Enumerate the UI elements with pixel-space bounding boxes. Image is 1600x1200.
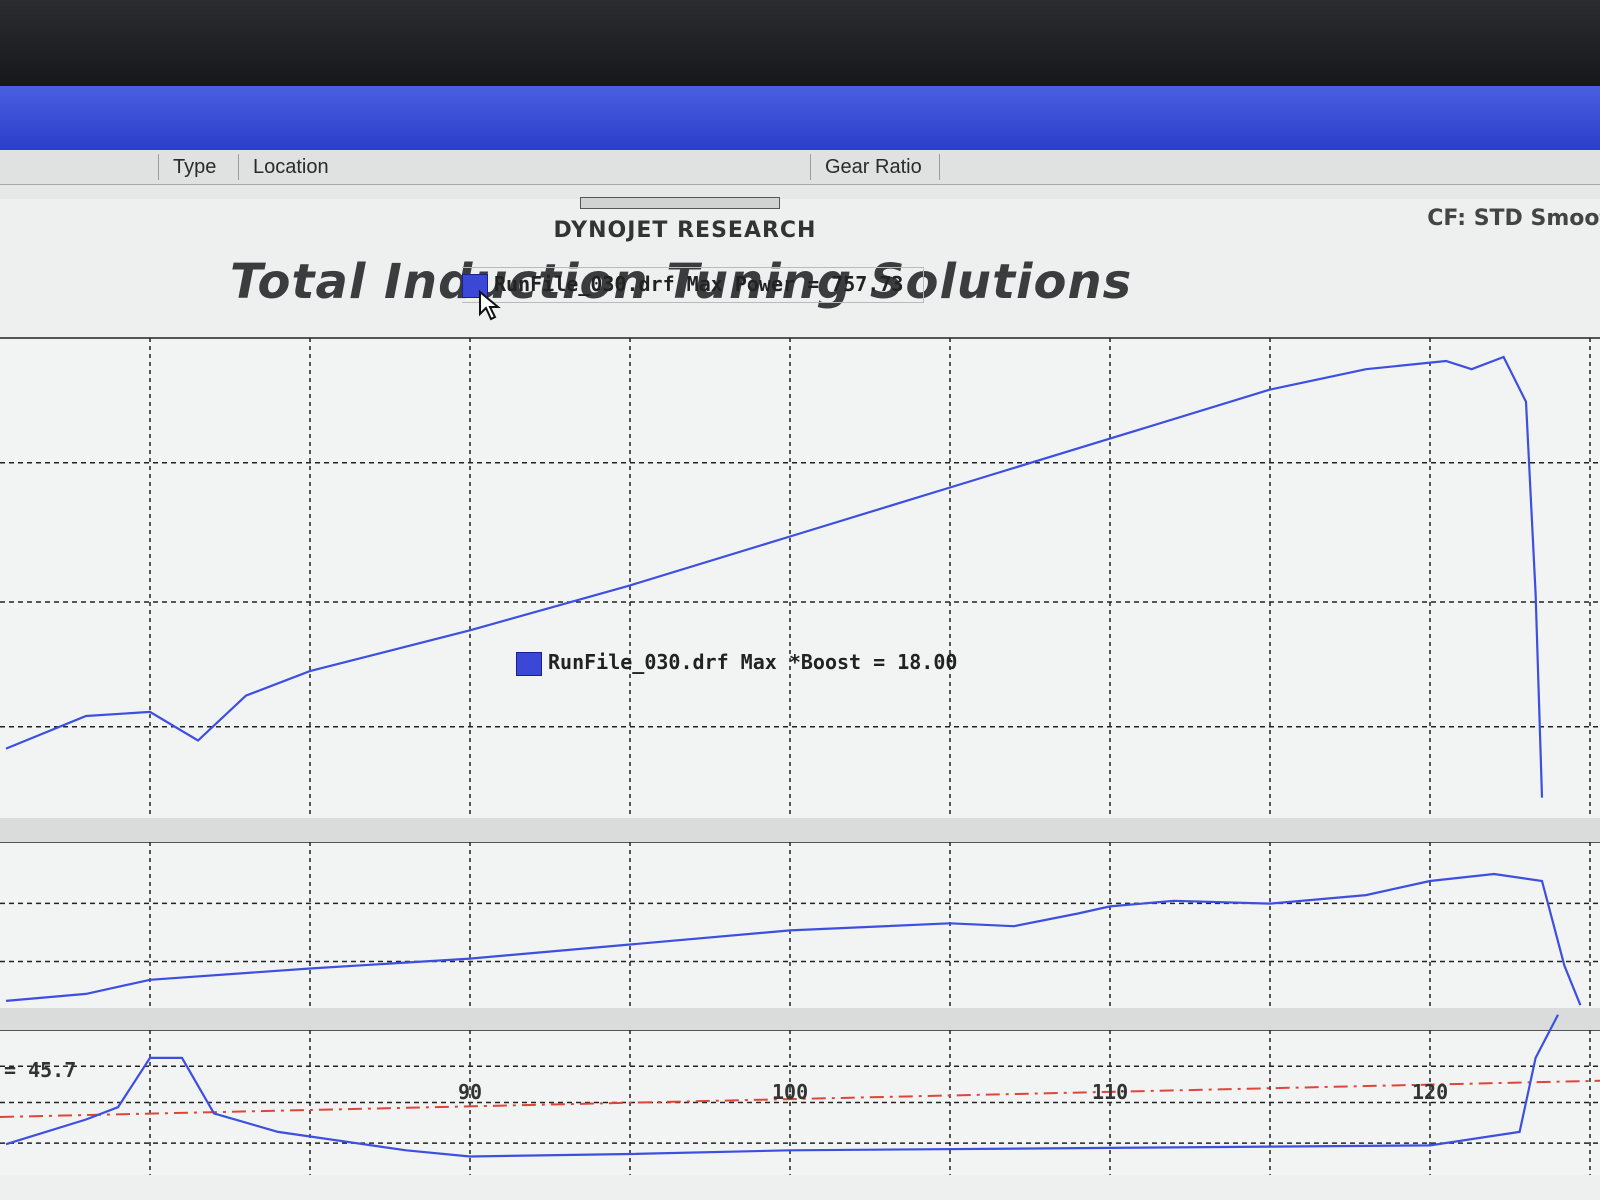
arrow-cursor-icon	[479, 290, 501, 321]
legend-boost-text: RunFile_030.drf Max *Boost = 18.00	[548, 650, 958, 674]
dyno-chart	[0, 337, 1600, 1175]
panel-separator	[0, 1008, 1600, 1030]
legend-swatch-boost	[516, 651, 542, 676]
panel-bg-power	[0, 338, 1600, 818]
x-tick-label: 100	[772, 1080, 809, 1104]
legend-power: RunFile_030.drf Max Power = 757.73	[462, 267, 925, 303]
legend-power-text: RunFile_030.drf Max Power = 757.73	[494, 272, 904, 296]
x-tick-label: 120	[1412, 1080, 1449, 1104]
panel-bg-boost	[0, 842, 1600, 1008]
legend-boost: RunFile_030.drf Max *Boost = 18.00	[516, 650, 957, 676]
panel-separator	[0, 818, 1600, 842]
afr-readout: = 45.7	[4, 1058, 77, 1082]
x-tick-label: 110	[1092, 1080, 1129, 1104]
x-tick-label: 90	[458, 1080, 483, 1104]
